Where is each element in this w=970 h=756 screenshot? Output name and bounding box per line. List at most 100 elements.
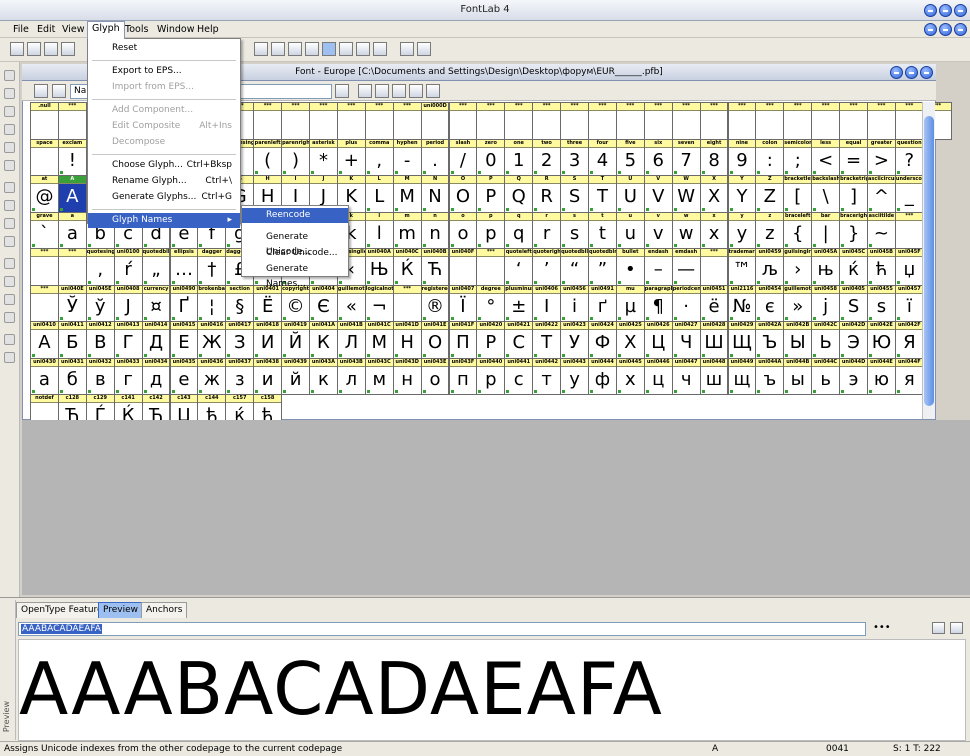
glyph-cell[interactable]: uni043B л (336, 357, 366, 395)
font-window-maximize[interactable] (905, 66, 918, 79)
glyph-cell[interactable]: *** (560, 102, 589, 140)
glyph-cell[interactable]: eight 8 (699, 138, 729, 176)
save-icon[interactable] (44, 42, 58, 56)
glyph-cell[interactable]: guilsinglright › (783, 248, 813, 286)
glyph-cell[interactable]: AA (57, 175, 87, 213)
glyph-cell[interactable]: zz (755, 211, 785, 249)
glyph-cell[interactable]: PP (476, 175, 506, 213)
glyph-cell[interactable]: *** (755, 102, 785, 140)
glyph-cell[interactable]: uni044D э (839, 357, 868, 395)
glyph-cell[interactable]: oo (448, 211, 478, 249)
glyph-cell[interactable]: bullet • (615, 248, 645, 286)
glyph-cell[interactable]: xx (699, 211, 729, 249)
scale-tool-icon[interactable] (4, 200, 15, 211)
glyph-cell[interactable]: uni040E Ў (57, 284, 87, 322)
glyph-cell[interactable]: uni045A њ (811, 248, 841, 286)
letter-icon[interactable] (52, 84, 66, 98)
glyph-cell[interactable]: RR (532, 175, 562, 213)
glyph-cell[interactable]: QQ (504, 175, 534, 213)
glyph-cell[interactable]: uni041D Н (392, 321, 422, 359)
maximize-button[interactable] (939, 4, 952, 17)
glyph-cell[interactable]: uni040F (448, 248, 478, 286)
glyph-menu-item[interactable]: Glyph Names ▸ (88, 213, 240, 228)
glyph-cell[interactable]: *** (364, 102, 394, 140)
glyph-cell[interactable]: uni0415 Е (169, 321, 199, 359)
glyph-cell[interactable]: uni045C ќ (839, 248, 868, 286)
glyph-cell[interactable]: quotedblright ” (588, 248, 617, 286)
glyph-cell[interactable]: uni0441 с (504, 357, 534, 395)
glyph-cell[interactable]: nn (420, 211, 450, 249)
glyph-cell[interactable]: guillemotright» (783, 284, 813, 322)
glyph-cell[interactable]: uni045F џ (894, 248, 924, 286)
glyph-cell[interactable]: uni043E о (420, 357, 450, 395)
flip-tool-icon[interactable] (4, 218, 15, 229)
glyph-cell[interactable]: uni0417 З (225, 321, 255, 359)
glyph-cell[interactable]: registered ® (420, 284, 450, 322)
glyph-cell[interactable]: WW (671, 175, 701, 213)
glyph-cell[interactable]: uni0435 е (169, 357, 199, 395)
glyph-cell[interactable]: hyphen - (392, 138, 422, 176)
knife-tool-icon[interactable] (4, 124, 15, 135)
glyph-cell[interactable]: question? (894, 138, 924, 176)
glyph-cell[interactable]: MM (392, 175, 422, 213)
submenu-item[interactable]: Clear Unicode... (242, 246, 348, 261)
glyph-cell[interactable]: nine 9 (727, 138, 757, 176)
glyph-cell[interactable]: four 4 (588, 138, 617, 176)
glyph-cell[interactable]: braceleft{ (783, 211, 813, 249)
glyph-cell[interactable]: semicolon; (783, 138, 813, 176)
glyph-cell[interactable]: uni0408 Ј (113, 284, 143, 322)
glyph-cell[interactable]: uni0431 б (57, 357, 87, 395)
glyph-cell[interactable]: brokenbar ¦ (197, 284, 227, 322)
glyph-cell[interactable]: mu µ (615, 284, 645, 322)
glyph-grid-scrollbar[interactable] (922, 102, 935, 419)
child-minimize-button[interactable] (924, 23, 937, 36)
view-size-icon[interactable] (409, 84, 423, 98)
glyph-cell[interactable]: *** (532, 102, 562, 140)
contour-tool-icon[interactable] (4, 88, 15, 99)
new-icon[interactable] (10, 42, 24, 56)
glyph-cell[interactable]: equal = (839, 138, 868, 176)
view-unicode-icon[interactable] (375, 84, 389, 98)
glyph-cell[interactable]: uni0443 у (560, 357, 589, 395)
glyph-cell[interactable]: uni042C Ь (811, 321, 841, 359)
hand-tool-icon[interactable] (4, 258, 15, 269)
glyph-cell[interactable]: *** (839, 102, 868, 140)
glyph-cell[interactable]: *** (253, 102, 283, 140)
glyph-cell[interactable]: *** (867, 102, 896, 140)
glyph-cell[interactable]: UU (615, 175, 645, 213)
glyph-cell[interactable]: uni0433 г (113, 357, 143, 395)
glyph-cell[interactable]: YY (727, 175, 757, 213)
glyph-cell[interactable]: asciitilde ~ (867, 211, 896, 249)
glyph-cell[interactable]: greater > (867, 138, 896, 176)
glyph-cell[interactable]: mm (392, 211, 422, 249)
glyph-cell[interactable]: plusminus ± (504, 284, 534, 322)
save-all-icon[interactable] (61, 42, 75, 56)
toolbar-icon-1[interactable] (254, 42, 268, 56)
glyph-cell[interactable]: bracketleft [ (783, 175, 813, 213)
font-window-minimize[interactable] (890, 66, 903, 79)
brush-tool-icon[interactable] (4, 312, 15, 323)
glyph-cell[interactable]: *** (783, 102, 813, 140)
scrollbar-thumb[interactable] (924, 116, 934, 406)
glyph-cell[interactable]: uni043A к (309, 357, 338, 395)
glyph-cell[interactable]: ellipsis… (169, 248, 199, 286)
glyph-cell[interactable]: LL (364, 175, 394, 213)
glyph-menu-item[interactable]: Rename Glyph... Ctrl+\ (88, 174, 240, 189)
glyph-cell[interactable]: vv (643, 211, 673, 249)
glyph-cell[interactable]: *** (30, 248, 59, 286)
mode-icon[interactable] (34, 84, 48, 98)
glyph-cell[interactable]: uni0437 з (225, 357, 255, 395)
glyph-cell[interactable]: uni0405 Ѕ (839, 284, 868, 322)
glyph-cell[interactable]: NN (420, 175, 450, 213)
tab-preview[interactable]: Preview (98, 602, 144, 618)
menu-file[interactable]: File (9, 23, 33, 36)
glyph-cell[interactable]: uni0451 ё (699, 284, 729, 322)
glyph-cell[interactable]: comma, (364, 138, 394, 176)
glyph-cell[interactable]: quotedblleft “ (560, 248, 589, 286)
glyph-cell[interactable]: grave ` (30, 211, 59, 249)
glyph-cell[interactable]: uni0436 ж (197, 357, 227, 395)
glyph-cell[interactable]: uni000D (420, 102, 450, 140)
glyph-cell[interactable]: uni0434 д (141, 357, 171, 395)
glyph-cell[interactable]: uni0411 Б (57, 321, 87, 359)
glyph-cell[interactable]: *** (392, 284, 422, 322)
